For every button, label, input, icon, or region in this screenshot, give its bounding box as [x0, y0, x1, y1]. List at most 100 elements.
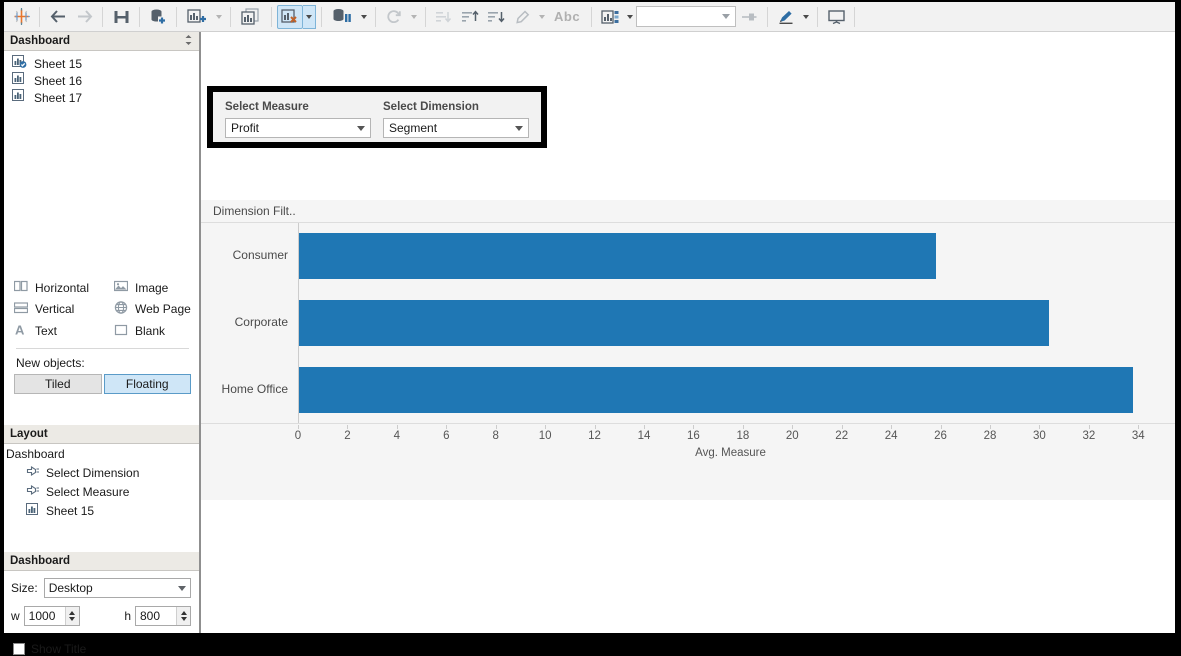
width-label: w — [11, 609, 20, 623]
axis-tick — [743, 425, 744, 429]
chart-plot-area: ConsumerCorporateHome Office — [201, 223, 1175, 423]
layout-panel-title: Layout — [10, 428, 48, 440]
layout-item-select-measure[interactable]: Select Measure — [4, 482, 199, 501]
refresh-dropdown[interactable] — [407, 5, 420, 29]
clear-sheet-icon[interactable] — [277, 5, 303, 29]
sort-ascending-icon — [457, 5, 483, 29]
sheet-list-item-label: Sheet 16 — [34, 74, 82, 88]
object-web-page[interactable]: Web Page — [114, 301, 191, 317]
bar-chart-viz[interactable]: Dimension Filt.. ConsumerCorporateHome O… — [201, 200, 1175, 500]
layout-tree-root[interactable]: Dashboard — [4, 445, 199, 463]
duplicate-sheet-icon[interactable] — [236, 5, 266, 29]
axis-tick-label: 12 — [588, 430, 601, 442]
layout-item-sheet-15[interactable]: Sheet 15 — [4, 501, 199, 520]
size-select[interactable]: Desktop — [44, 578, 191, 598]
blank-icon — [114, 324, 128, 339]
object-vertical[interactable]: Vertical — [14, 301, 114, 317]
filter-card-icon — [26, 465, 40, 480]
bar-home-office[interactable] — [298, 367, 1133, 413]
width-stepper[interactable]: 1000 — [24, 606, 80, 626]
axis-tick-label: 8 — [493, 430, 499, 442]
new-data-source-icon[interactable] — [145, 5, 171, 29]
axis-tick — [693, 425, 694, 429]
axis-tick — [990, 425, 991, 429]
size-select-value: Desktop — [49, 581, 93, 595]
select-dimension-group: Select Dimension Segment — [383, 101, 529, 138]
object-horizontal[interactable]: Horizontal — [14, 280, 114, 295]
worksheet-in-use-icon — [12, 55, 27, 72]
sheet-list-item[interactable]: Sheet 17 — [10, 89, 199, 106]
worksheet-icon — [12, 89, 27, 106]
dashboard-settings-panel: Dashboard Size: Desktop w 1000 h 800 — [4, 552, 199, 656]
highlight-dropdown[interactable] — [535, 5, 548, 29]
sheet-list-item-label: Sheet 15 — [34, 57, 82, 71]
axis-tick — [1089, 425, 1090, 429]
axis-tick-label: 22 — [835, 430, 848, 442]
axis-tick-label: 4 — [394, 430, 400, 442]
fit-select[interactable] — [636, 6, 736, 27]
pause-updates-dropdown[interactable] — [357, 5, 370, 29]
clear-sheet-dropdown[interactable] — [303, 5, 316, 29]
object-text[interactable]: A Text — [14, 323, 114, 339]
axis-tick — [397, 425, 398, 429]
filter-card-icon — [26, 484, 40, 499]
axis-tick — [347, 425, 348, 429]
format-dropdown[interactable] — [799, 5, 812, 29]
bar-consumer[interactable] — [298, 233, 936, 279]
value-axis-line — [298, 223, 299, 423]
toolbar-separator — [767, 7, 768, 27]
layout-item-select-dimension[interactable]: Select Dimension — [4, 463, 199, 482]
show-title-checkbox[interactable] — [13, 643, 25, 655]
select-measure-value: Profit — [231, 121, 259, 135]
toolbar-separator — [321, 7, 322, 27]
image-icon — [114, 280, 128, 295]
axis-tick — [792, 425, 793, 429]
select-measure-dropdown[interactable]: Profit — [225, 118, 371, 138]
tiled-button[interactable]: Tiled — [14, 374, 102, 394]
x-axis-title: Avg. Measure — [695, 447, 766, 459]
vertical-layout-icon — [14, 302, 28, 317]
sheet-list-item[interactable]: Sheet 16 — [10, 72, 199, 89]
height-label: h — [124, 609, 131, 623]
floating-button[interactable]: Floating — [104, 374, 192, 394]
presentation-icon[interactable] — [823, 5, 849, 29]
axis-tick-label: 0 — [295, 430, 301, 442]
filter-controls-container[interactable]: Select Measure Profit Select Dimension S… — [207, 86, 547, 148]
fit-icon[interactable] — [597, 5, 623, 29]
bar-corporate[interactable] — [298, 300, 1049, 346]
fit-dropdown[interactable] — [623, 5, 636, 29]
object-label: Image — [135, 281, 168, 295]
select-measure-group: Select Measure Profit — [225, 101, 371, 138]
dashboard-panel-title: Dashboard — [10, 35, 70, 47]
object-blank[interactable]: Blank — [114, 323, 191, 339]
axis-tick-label: 26 — [934, 430, 947, 442]
layout-item-label: Select Dimension — [46, 466, 139, 480]
axis-tick-label: 18 — [736, 430, 749, 442]
save-icon[interactable] — [108, 5, 134, 29]
format-icon[interactable] — [773, 5, 799, 29]
object-image[interactable]: Image — [114, 280, 191, 295]
toolbar-separator — [591, 7, 592, 27]
objects-palette: Horizontal Image — [4, 272, 199, 394]
new-worksheet-icon[interactable] — [182, 5, 212, 29]
dashboard-sheet-list: Sheet 15 Sheet 16 — [4, 51, 199, 106]
axis-tick-label: 34 — [1132, 430, 1145, 442]
axis-tick — [595, 425, 596, 429]
pause-updates-icon[interactable] — [327, 5, 357, 29]
axis-tick — [842, 425, 843, 429]
layout-panel-header: Layout — [4, 425, 199, 444]
axis-tick-label: 6 — [443, 430, 449, 442]
sort-toggle-icon[interactable] — [184, 34, 193, 49]
refresh-icon — [381, 5, 407, 29]
tableau-logo-icon[interactable] — [8, 5, 34, 29]
height-stepper-arrows[interactable] — [176, 607, 190, 625]
new-worksheet-dropdown[interactable] — [212, 5, 225, 29]
back-icon[interactable] — [45, 5, 71, 29]
show-title-row[interactable]: Show Title — [4, 626, 199, 656]
sheet-list-item[interactable]: Sheet 15 — [10, 55, 199, 72]
width-stepper-arrows[interactable] — [65, 607, 79, 625]
object-label: Web Page — [135, 302, 191, 316]
height-stepper[interactable]: 800 — [135, 606, 191, 626]
select-dimension-dropdown[interactable]: Segment — [383, 118, 529, 138]
axis-tick — [941, 425, 942, 429]
